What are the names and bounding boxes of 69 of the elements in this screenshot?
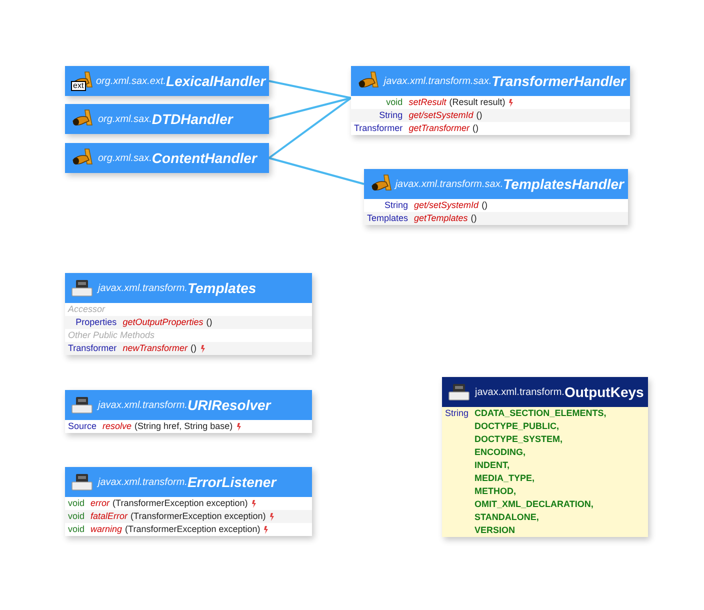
method-name: newTransformer [122,342,188,355]
class-name: URIResolver [187,397,271,413]
return-type: String [351,109,406,122]
class-name: ErrorListener [187,474,276,490]
method-params: () [476,109,482,122]
method-params: (TransformerException exception) [130,510,266,523]
method-name: getTransformer [408,122,470,135]
package-name: javax.xml.transform.sax. [395,178,504,190]
method-name: error [90,497,110,510]
method-name: warning [90,523,122,536]
constant-name: DOCTYPE_SYSTEM, [474,433,564,446]
device-icon [71,473,93,491]
package-name: org.xml.sax. [98,152,152,164]
class-name: OutputKeys [564,384,644,400]
return-type: Properties [65,316,120,329]
method-params: () [190,342,197,355]
package-name: javax.xml.transform. [98,282,188,294]
return-type: Transformer [353,122,404,135]
return-type: void [385,96,404,109]
package-name: javax.xml.transform. [475,386,564,398]
method-name: setResult [408,96,446,109]
method-params: () [482,199,488,212]
class-name: TemplatesHandler [503,176,624,192]
return-type: void [67,523,86,536]
field-type: String [445,408,469,418]
method-params: () [472,122,479,135]
return-type: String [384,199,410,212]
constant-name: CDATA_SECTION_ELEMENTS, [474,407,608,420]
return-type: Transformer [65,342,120,355]
method-params: () [470,212,477,225]
constant-name: MEDIA_TYPE, [474,472,536,485]
method-params: (String href, String base) [134,420,233,433]
constant-name: DOCTYPE_PUBLIC, [474,420,560,433]
method-name: fatalError [90,510,128,523]
class-name: DTDHandler [152,111,233,127]
device-icon [448,383,470,401]
constant-name: ENCODING, [474,446,527,459]
package-name: javax.xml.transform.sax. [384,76,492,86]
return-type: void [65,510,88,523]
constant-name: METHOD, [474,485,518,498]
constant-name: OMIT_XML_DECLARATION, [474,498,594,511]
method-name: get/setSystemId [414,199,479,212]
return-type: Source [67,420,98,433]
class-name: Templates [187,280,256,296]
package-name: org.xml.sax.ext. [96,76,166,86]
method-name: getOutputProperties [122,316,204,329]
method-params: (TransformerException exception) [125,523,260,536]
return-type: Templates [364,212,412,225]
method-name: get/setSystemId [408,109,474,122]
method-params: (TransformerException exception) [112,497,248,510]
class-name: TransformerHandler [492,73,626,89]
package-name: org.xml.sax. [98,114,152,124]
method-name: resolve [102,420,132,433]
class-name: LexicalHandler [166,73,266,89]
section-label: Accessor [66,303,106,316]
device-icon [71,396,93,414]
ext-badge: ext [71,81,86,91]
device-icon [71,279,93,297]
constant-name: STANDALONE, [474,511,540,524]
constant-name: VERSION [474,524,516,537]
method-params: (Result result) [449,96,506,109]
return-type: void [67,497,86,510]
package-name: javax.xml.transform. [98,400,188,410]
constant-name: INDENT, [474,459,511,472]
section-label: Other Public Methods [67,329,156,342]
class-name: ContentHandler [152,150,257,166]
method-name: getTemplates [414,212,468,225]
package-name: javax.xml.transform. [98,476,188,488]
method-params: () [206,316,212,329]
